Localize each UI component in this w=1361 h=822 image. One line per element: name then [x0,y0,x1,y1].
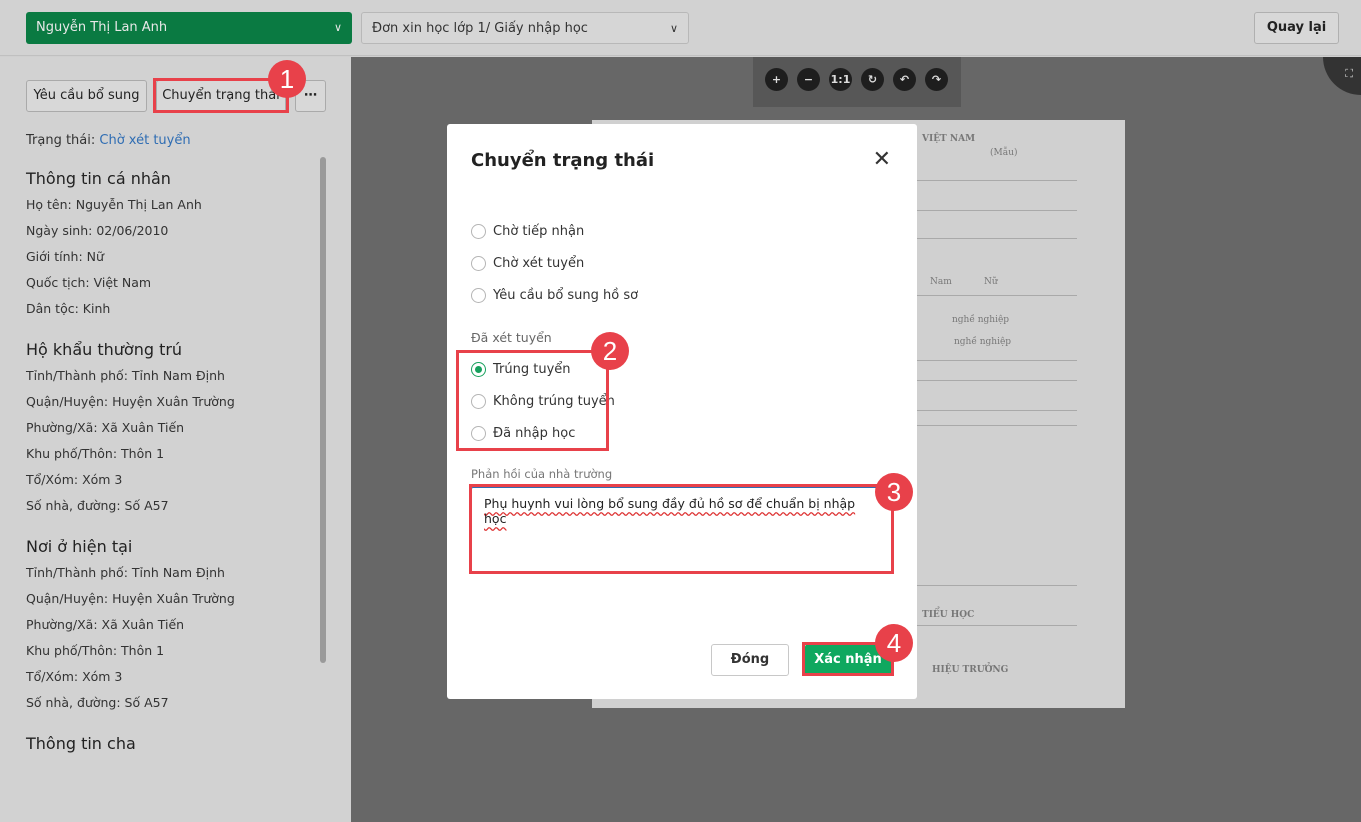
info-row: Khu phố/Thôn: Thôn 1 [26,643,165,658]
redo-icon[interactable]: ↷ [925,68,948,91]
doc-text: (Mẫu) [990,148,1018,158]
doc-text: HIỆU TRƯỞNG [932,665,1009,675]
viewer-toolbar: + −1:1 ↻ ↶ ↷ [753,57,961,107]
info-row: Giới tính: Nữ [26,249,104,264]
feedback-textarea[interactable]: Phụ huynh vui lòng bổ sung đầy đủ hồ sơ … [471,487,892,573]
radio-option[interactable]: Đã nhập học [471,426,575,441]
info-row: Dân tộc: Kinh [26,301,111,316]
student-name: Nguyễn Thị Lan Anh [36,20,168,35]
step-badge: 1 [268,60,306,98]
doc-text: nghề nghiệp [954,337,1012,347]
step-badge: 4 [875,624,913,662]
radio-option-selected[interactable]: Trúng tuyển [471,362,571,377]
radio-option[interactable]: Chờ tiếp nhận [471,224,584,239]
section-title: Thông tin cha [26,734,136,753]
applicant-info: Thông tin cá nhân Họ tên: Nguyễn Thị Lan … [26,169,316,767]
left-panel: Yêu cầu bổ sung Chuyển trạng thái ⋯ Trạn… [0,57,351,822]
change-status-button[interactable]: Chuyển trạng thái [156,80,286,112]
info-row: Quốc tịch: Việt Nam [26,275,152,290]
back-button[interactable]: Quay lại [1254,12,1339,44]
info-row: Khu phố/Thôn: Thôn 1 [26,446,165,461]
feedback-label: Phản hồi của nhà trường [471,467,613,481]
section-title: Thông tin cá nhân [26,169,171,188]
info-row: Tỉnh/Thành phố: Tỉnh Nam Định [26,368,225,383]
section-title: Nơi ở hiện tại [26,537,133,556]
radio-label: Chờ xét tuyển [493,256,585,271]
zoom-out-icon[interactable]: − [797,68,820,91]
info-row: Tổ/Xóm: Xóm 3 [26,472,123,487]
radio-option[interactable]: Chờ xét tuyển [471,256,584,271]
info-row: Họ tên: Nguyễn Thị Lan Anh [26,197,202,212]
radio-option[interactable]: Không trúng tuyển [471,394,615,409]
doc-text: Nam [930,277,952,287]
change-status-dialog: Chuyển trạng thái ✕ Chờ tiếp nhận Chờ xé… [447,124,917,699]
info-row: Phường/Xã: Xã Xuân Tiến [26,420,185,435]
radio-label: Không trúng tuyển [493,394,615,409]
student-select[interactable]: Nguyễn Thị Lan Anh ∨ [26,12,352,44]
document-select[interactable]: Đơn xin học lớp 1/ Giấy nhập học ∨ [361,12,689,44]
info-row: Phường/Xã: Xã Xuân Tiến [26,617,185,632]
doc-text: nghề nghiệp [952,315,1010,325]
doc-text: Nữ [984,277,998,287]
status-label: Trạng thái: [26,133,96,148]
radio-label: Chờ tiếp nhận [493,224,585,239]
request-more-button[interactable]: Yêu cầu bổ sung [26,80,147,112]
zoom-in-icon[interactable]: + [765,68,788,91]
info-section: Hộ khẩu thường trú Tỉnh/Thành phố: Tỉnh N… [26,340,316,523]
chevron-down-icon: ∨ [669,22,678,35]
info-section: Nơi ở hiện tại Tỉnh/Thành phố: Tỉnh Nam Đ… [26,537,316,720]
info-row: Quận/Huyện: Huyện Xuân Trường [26,591,235,606]
status-value: Chờ xét tuyển [99,133,191,148]
radio-label: Đã nhập học [493,426,576,441]
document-name: Đơn xin học lớp 1/ Giấy nhập học [372,21,588,36]
info-row: Số nhà, đường: Số A57 [26,695,169,710]
radio-option[interactable]: Yêu cầu bổ sung hồ sơ [471,288,638,303]
radio-label: Trúng tuyển [493,362,571,377]
chevron-down-icon: ∨ [333,21,342,34]
dialog-title: Chuyển trạng thái [471,150,655,171]
scrollbar[interactable] [320,157,326,663]
close-icon[interactable]: ✕ [873,148,891,172]
section-title: Hộ khẩu thường trú [26,340,183,359]
step-badge: 3 [875,473,913,511]
doc-text: VIỆT NAM [922,134,976,144]
info-row: Số nhà, đường: Số A57 [26,498,169,513]
actual-size-icon[interactable]: 1:1 [829,68,852,91]
undo-icon[interactable]: ↶ [893,68,916,91]
radio-label: Yêu cầu bổ sung hồ sơ [493,288,639,303]
top-bar: Nguyễn Thị Lan Anh ∨ Đơn xin học lớp 1/ G… [0,0,1361,56]
close-button[interactable]: Đóng [711,644,789,676]
info-row: Tổ/Xóm: Xóm 3 [26,669,123,684]
info-row: Tỉnh/Thành phố: Tỉnh Nam Định [26,565,225,580]
group-label: Đã xét tuyển [471,330,552,345]
info-section: Thông tin cá nhân Họ tên: Nguyễn Thị Lan … [26,169,316,326]
info-section: Thông tin cha [26,734,316,753]
rotate-icon[interactable]: ↻ [861,68,884,91]
info-row: Ngày sinh: 02/06/2010 [26,223,169,238]
status: Trạng thái: Chờ xét tuyển [26,133,191,148]
step-badge: 2 [591,332,629,370]
fullscreen-icon[interactable]: ⛶ [1323,57,1361,95]
info-row: Quận/Huyện: Huyện Xuân Trường [26,394,235,409]
doc-text: TIỂU HỌC [922,610,975,620]
